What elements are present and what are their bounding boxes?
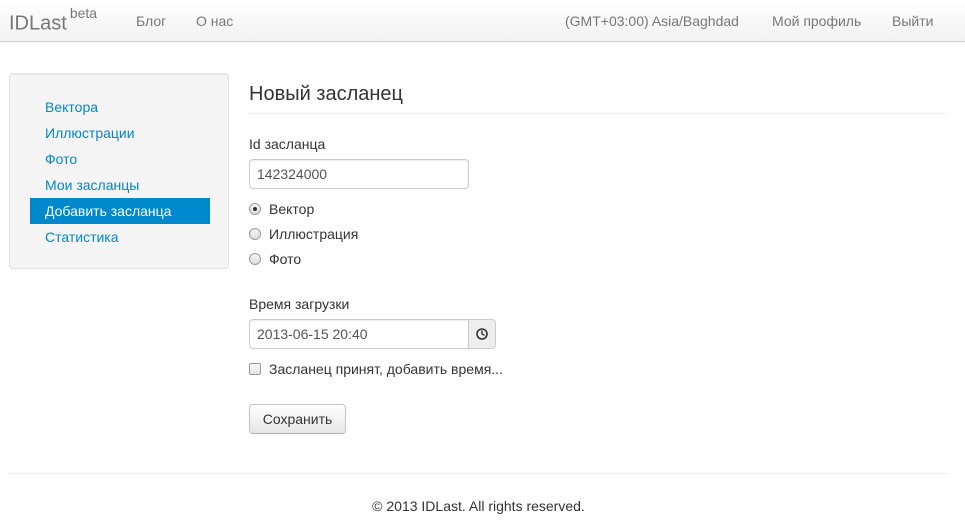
nav-link-profile[interactable]: Мой профиль [772, 13, 861, 29]
clock-picker-button[interactable] [468, 319, 496, 349]
title-divider [249, 113, 948, 114]
page-title: Новый засланец [249, 83, 404, 105]
accepted-checkbox-label[interactable]: Засланец принят, добавить время... [269, 361, 503, 377]
radio-label: Вектор [269, 201, 315, 217]
nav-link-logout[interactable]: Выйти [892, 13, 933, 29]
nav-link-about[interactable]: О нас [196, 13, 233, 29]
sidebar-item-statistics[interactable]: Статистика [30, 224, 210, 250]
radio-button-checked[interactable] [249, 203, 261, 215]
sidebar-item-photos[interactable]: Фото [30, 146, 210, 172]
footer-divider [9, 473, 949, 474]
footer-copyright: © 2013 IDLast. All rights reserved. [372, 498, 585, 514]
upload-time-input[interactable]: 2013-06-15 20:40 [249, 319, 469, 349]
save-button[interactable]: Сохранить [249, 404, 346, 434]
radio-label: Фото [269, 251, 302, 267]
sidebar-item-add-submission[interactable]: Добавить засланца [30, 198, 210, 224]
nav-timezone[interactable]: (GMT+03:00) Asia/Baghdad [565, 13, 739, 29]
radio-label: Иллюстрация [269, 226, 359, 242]
radio-option-vector[interactable]: Вектор [249, 201, 329, 219]
radio-button[interactable] [249, 228, 261, 240]
nav-link-blog[interactable]: Блог [136, 13, 166, 29]
sidebar-item-my-submissions[interactable]: Мои засланцы [30, 172, 210, 198]
radio-button[interactable] [249, 253, 261, 265]
brand-badge: beta [69, 5, 98, 21]
brand-logo[interactable]: IDLast beta [9, 5, 97, 36]
radio-option-illustration[interactable]: Иллюстрация [249, 226, 369, 244]
upload-time-label: Время загрузки [249, 296, 350, 312]
sidebar: Вектора Иллюстрации Фото Мои засланцы До… [9, 73, 229, 269]
id-input[interactable]: 142324000 [249, 159, 469, 189]
top-navbar: IDLast beta Блог О нас (GMT+03:00) Asia/B… [0, 0, 965, 42]
accepted-checkbox[interactable] [249, 363, 261, 375]
sidebar-item-vectors[interactable]: Вектора [30, 94, 210, 120]
sidebar-item-illustrations[interactable]: Иллюстрации [30, 120, 210, 146]
clock-icon [476, 328, 488, 340]
id-field-label: Id засланца [249, 136, 326, 152]
brand-name: IDLast [9, 12, 67, 35]
radio-option-photo[interactable]: Фото [249, 251, 319, 269]
